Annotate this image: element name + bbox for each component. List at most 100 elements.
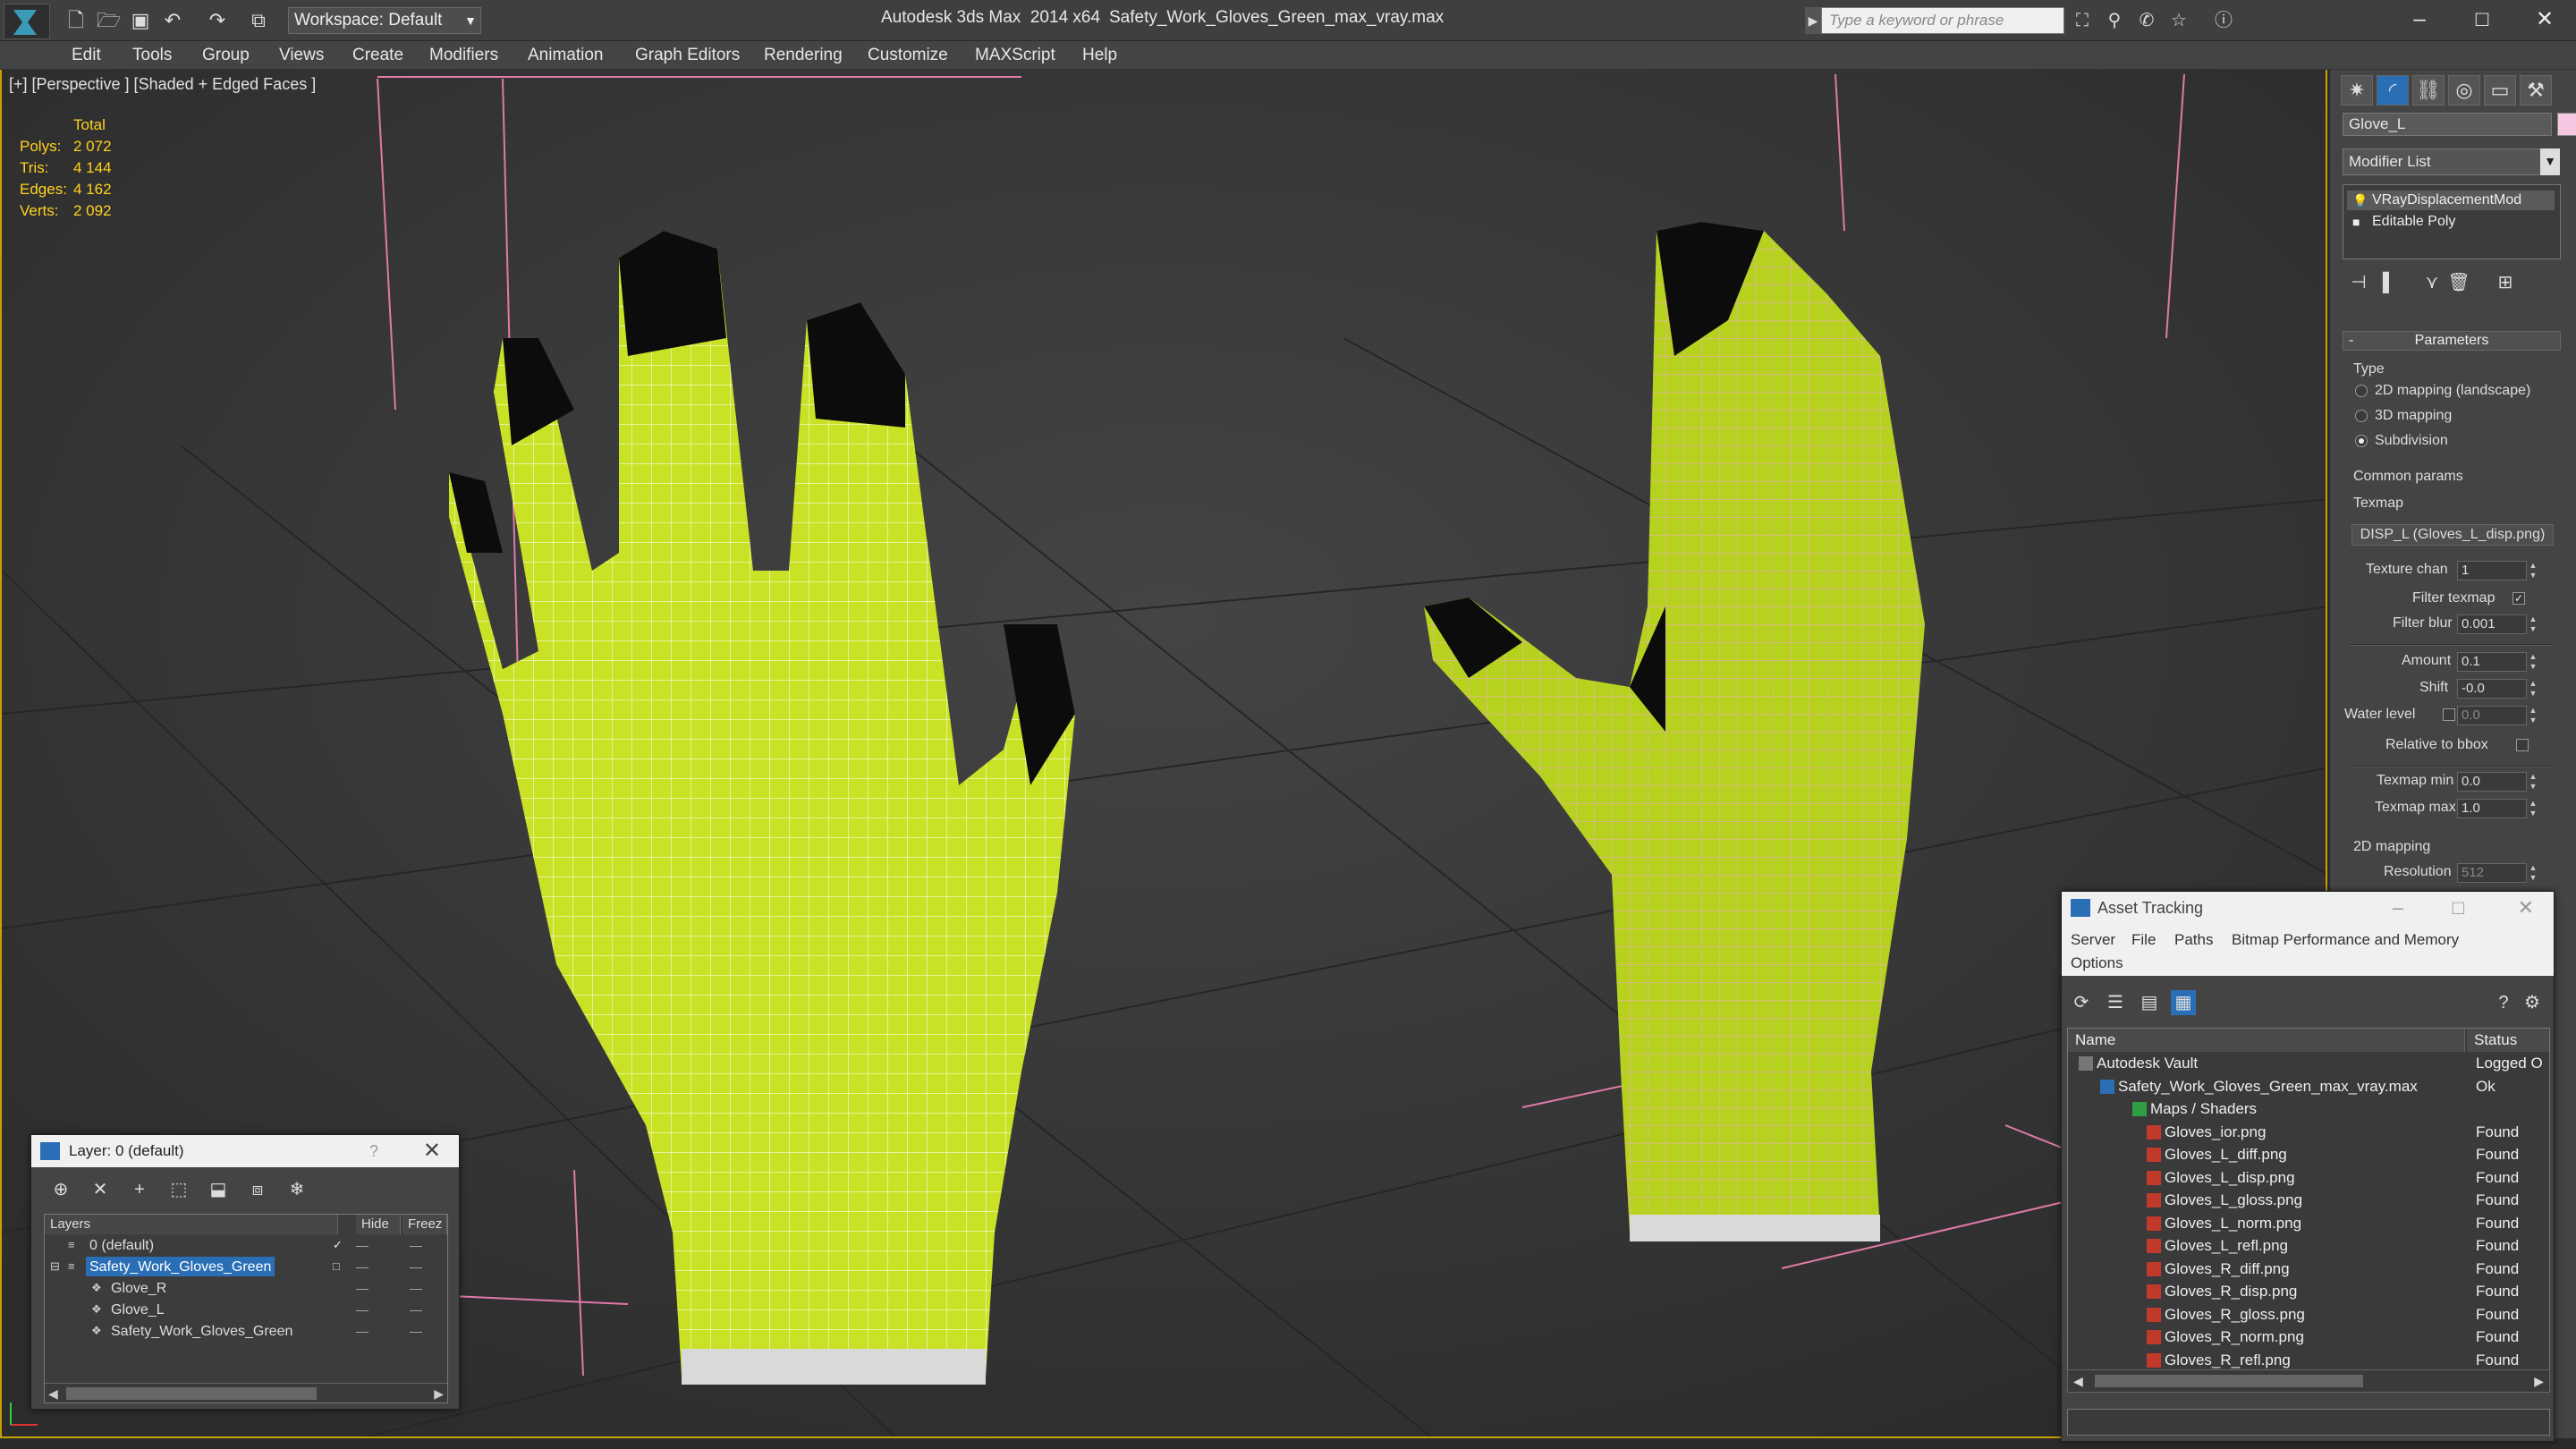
layer-row[interactable]: ⊟ ≡ Safety_Work_Gloves_Green □ — — bbox=[45, 1256, 447, 1277]
maximize-button[interactable]: □ bbox=[2451, 4, 2513, 36]
radio-2d-mapping[interactable] bbox=[2355, 385, 2368, 397]
menu-animation[interactable]: Animation bbox=[528, 46, 604, 65]
spinner-arrows-icon[interactable]: ▲ ▼ bbox=[2528, 772, 2538, 792]
menu-edit[interactable]: Edit bbox=[72, 46, 101, 65]
freeze-toggle[interactable]: — bbox=[410, 1234, 422, 1256]
menu-server[interactable]: Server bbox=[2071, 931, 2115, 949]
open-file-icon[interactable]: 🗁 bbox=[97, 9, 121, 32]
layer-window-title[interactable]: Layer: 0 (default) bbox=[31, 1135, 459, 1167]
detail-view-icon[interactable]: ▤ bbox=[2137, 990, 2162, 1015]
subscription-icon[interactable]: ⚲ bbox=[2102, 9, 2127, 32]
texture-chan-spinner[interactable]: 1 ▲ ▼ bbox=[2457, 561, 2537, 580]
hide-toggle[interactable]: — bbox=[356, 1277, 369, 1299]
col-hide[interactable]: Hide bbox=[356, 1215, 401, 1234]
asset-row[interactable]: Gloves_R_disp.png Found bbox=[2068, 1280, 2549, 1303]
motion-tab-icon[interactable]: ◎ bbox=[2448, 75, 2480, 106]
amount-spinner[interactable]: 0.1 ▲ ▼ bbox=[2457, 652, 2537, 672]
app-menu-button[interactable] bbox=[4, 4, 50, 39]
highlight-layer-icon[interactable]: ⬓ bbox=[205, 1176, 232, 1203]
menu-customize[interactable]: Customize bbox=[868, 46, 948, 65]
minimize-button[interactable]: – bbox=[2388, 4, 2451, 36]
active-check-icon[interactable]: ✓ bbox=[333, 1234, 343, 1256]
display-tab-icon[interactable]: ▭ bbox=[2484, 75, 2516, 106]
maximize-icon[interactable]: □ bbox=[2453, 892, 2464, 924]
menu-modifiers[interactable]: Modifiers bbox=[429, 46, 498, 65]
freeze-toggle[interactable]: — bbox=[410, 1320, 422, 1342]
help-icon[interactable]: ⓘ bbox=[2211, 9, 2236, 32]
radio-3d-mapping[interactable] bbox=[2355, 410, 2368, 422]
resolution-spinner[interactable]: 512 ▲ ▼ bbox=[2457, 863, 2537, 883]
filter-blur-spinner[interactable]: 0.001 ▲ ▼ bbox=[2457, 614, 2537, 634]
hide-toggle[interactable]: — bbox=[356, 1256, 369, 1277]
show-end-result-icon[interactable]: ▌ bbox=[2377, 270, 2402, 295]
menu-bitmap-performance[interactable]: Bitmap Performance and Memory bbox=[2232, 931, 2459, 949]
communication-icon[interactable]: ✆ bbox=[2134, 9, 2159, 32]
close-button[interactable]: ✕ bbox=[2513, 4, 2576, 36]
asset-window-title[interactable]: Asset Tracking bbox=[2062, 892, 2554, 924]
search-expand-icon[interactable]: ▶ bbox=[1805, 7, 1821, 34]
asset-row[interactable]: Maps / Shaders bbox=[2068, 1097, 2549, 1121]
filter-texmap-checkbox[interactable]: ✓ bbox=[2512, 592, 2525, 605]
layer-hscrollbar[interactable]: ◀ ▶ bbox=[45, 1383, 447, 1402]
create-layer-icon[interactable]: ⊕ bbox=[47, 1176, 74, 1203]
delete-layer-icon[interactable]: ✕ bbox=[87, 1176, 114, 1203]
relative-bbox-checkbox[interactable] bbox=[2516, 739, 2529, 751]
modifier-list-dropdown[interactable]: Modifier List ▼ bbox=[2343, 148, 2560, 175]
scroll-right-icon[interactable]: ▶ bbox=[2534, 1370, 2544, 1392]
asset-row[interactable]: Gloves_R_norm.png Found bbox=[2068, 1326, 2549, 1349]
hold-icon[interactable]: ⧉ bbox=[247, 9, 270, 32]
col-name[interactable]: Name bbox=[2068, 1029, 2465, 1052]
remove-modifier-icon[interactable]: 🗑 bbox=[2446, 270, 2471, 295]
scroll-thumb[interactable] bbox=[2095, 1375, 2363, 1387]
configure-sets-icon[interactable]: ⊞ bbox=[2493, 270, 2518, 295]
menu-maxscript[interactable]: MAXScript bbox=[975, 46, 1055, 65]
menu-options[interactable]: Options bbox=[2071, 954, 2123, 972]
menu-views[interactable]: Views bbox=[279, 46, 324, 65]
spinner-arrows-icon[interactable]: ▲ ▼ bbox=[2528, 652, 2538, 672]
menu-help[interactable]: Help bbox=[1082, 46, 1117, 65]
scroll-right-icon[interactable]: ▶ bbox=[434, 1384, 444, 1403]
help-icon[interactable]: ? bbox=[2491, 990, 2516, 1015]
settings-icon[interactable]: ⚙ bbox=[2520, 990, 2545, 1015]
redo-icon[interactable]: ↷ bbox=[206, 9, 229, 32]
texmap-button[interactable]: DISP_L (Gloves_L_disp.png) bbox=[2351, 524, 2554, 546]
close-icon[interactable]: ✕ bbox=[2518, 892, 2534, 924]
spinner-arrows-icon[interactable]: ▲ ▼ bbox=[2528, 863, 2538, 883]
add-to-layer-icon[interactable]: + bbox=[126, 1176, 153, 1203]
menu-graph-editors[interactable]: Graph Editors bbox=[635, 46, 740, 65]
active-box-icon[interactable]: □ bbox=[333, 1256, 340, 1277]
stack-item-vraydisplacementmod[interactable]: 💡 VRayDisplacementMod bbox=[2347, 191, 2555, 210]
utilities-tab-icon[interactable]: ⚒ bbox=[2520, 75, 2552, 106]
hierarchy-tab-icon[interactable]: ⛓ bbox=[2412, 75, 2445, 106]
menu-create[interactable]: Create bbox=[352, 46, 403, 65]
new-file-icon[interactable]: 🗋 bbox=[64, 9, 88, 32]
binoculars-icon[interactable]: ⛶ bbox=[2070, 9, 2095, 32]
hide-toggle[interactable]: — bbox=[356, 1299, 369, 1320]
asset-row[interactable]: Gloves_R_refl.png Found bbox=[2068, 1349, 2549, 1372]
menu-file[interactable]: File bbox=[2131, 931, 2156, 949]
shift-spinner[interactable]: -0.0 ▲ ▼ bbox=[2457, 679, 2537, 699]
col-status[interactable]: Status bbox=[2467, 1029, 2549, 1052]
workspace-dropdown[interactable]: Workspace: Default ▼ bbox=[288, 7, 481, 34]
close-icon[interactable]: ✕ bbox=[423, 1135, 441, 1167]
search-input[interactable]: Type a keyword or phrase bbox=[1821, 7, 2064, 34]
asset-row[interactable]: Safety_Work_Gloves_Green_max_vray.max Ok bbox=[2068, 1075, 2549, 1098]
spinner-arrows-icon[interactable]: ▲ ▼ bbox=[2528, 799, 2538, 818]
lightbulb-icon[interactable]: 💡 bbox=[2352, 191, 2368, 210]
collapse-icon[interactable]: ⊟ bbox=[50, 1256, 60, 1277]
favorites-icon[interactable]: ☆ bbox=[2166, 9, 2191, 32]
expand-icon[interactable]: ■ bbox=[2352, 212, 2360, 232]
spinner-arrows-icon[interactable]: ▲ ▼ bbox=[2528, 706, 2538, 725]
asset-row[interactable]: Autodesk Vault Logged O bbox=[2068, 1052, 2549, 1075]
parameters-rollout[interactable]: - Parameters bbox=[2343, 331, 2561, 351]
viewport-label[interactable]: [+] [Perspective ] [Shaded + Edged Faces… bbox=[9, 75, 316, 94]
texmap-min-spinner[interactable]: 0.0 ▲ ▼ bbox=[2457, 772, 2537, 792]
freeze-toggle[interactable]: — bbox=[410, 1256, 422, 1277]
water-level-checkbox[interactable] bbox=[2443, 708, 2455, 721]
object-color-swatch[interactable] bbox=[2557, 113, 2576, 136]
asset-row[interactable]: Gloves_L_gloss.png Found bbox=[2068, 1189, 2549, 1212]
asset-row[interactable]: Gloves_L_norm.png Found bbox=[2068, 1212, 2549, 1235]
menu-tools[interactable]: Tools bbox=[132, 46, 172, 65]
freeze-toggle[interactable]: — bbox=[410, 1277, 422, 1299]
layer-row[interactable]: ❖ Safety_Work_Gloves_Green — — bbox=[45, 1320, 447, 1342]
